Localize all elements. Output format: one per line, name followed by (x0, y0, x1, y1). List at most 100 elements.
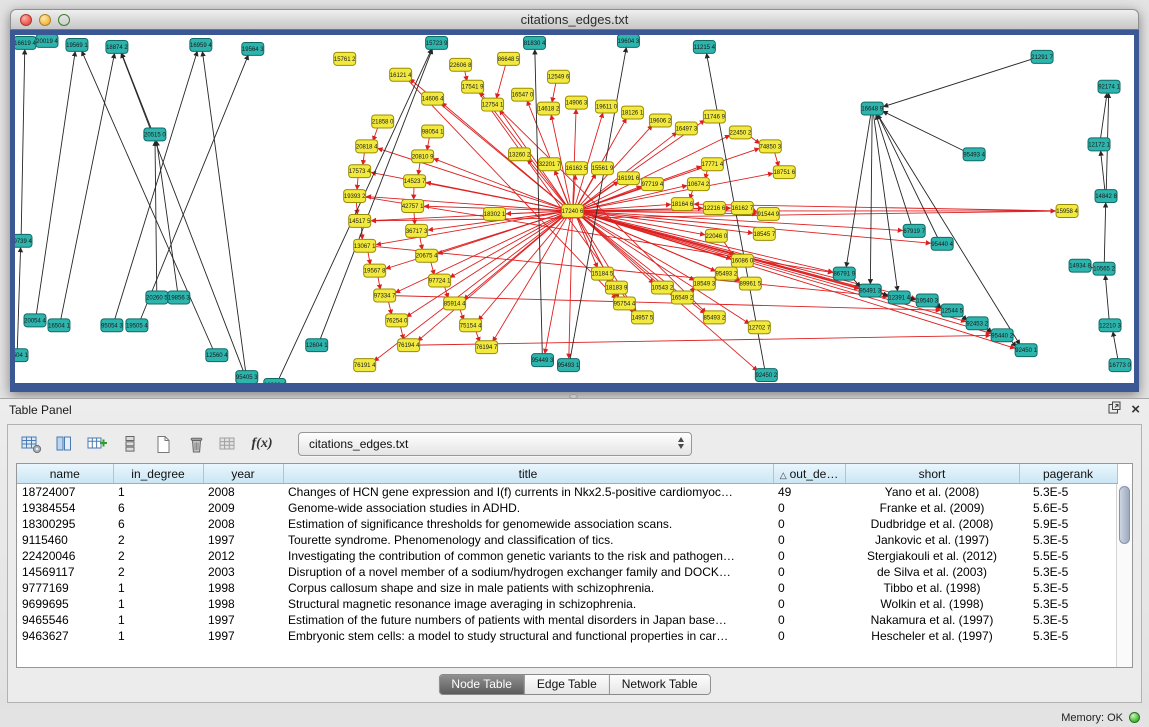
graph-node[interactable]: 20810 9 (412, 150, 434, 163)
zoom-window-button[interactable] (58, 14, 70, 26)
cell-name[interactable]: 22420046 (17, 548, 113, 564)
cell-pagerank[interactable]: 5.3E-5 (1019, 564, 1117, 580)
graph-node[interactable]: 95440 2 (991, 329, 1013, 342)
graph-node[interactable]: 11746 9 (703, 110, 725, 123)
graph-node[interactable]: 12604 1 (306, 339, 328, 352)
cell-title[interactable]: Changes of HCN gene expression and I(f) … (283, 484, 773, 501)
new-document-icon[interactable] (150, 431, 176, 457)
delete-table-icon[interactable] (183, 431, 209, 457)
graph-node[interactable]: 95493 1 (558, 359, 580, 372)
cell-in_degree[interactable]: 1 (113, 484, 203, 501)
cell-in_degree[interactable]: 2 (113, 564, 203, 580)
graph-node[interactable]: 95493 4 (963, 148, 985, 161)
graph-node[interactable]: 95754 4 (613, 297, 635, 310)
graph-node[interactable]: 19604 3 (617, 35, 639, 47)
cell-out_degree[interactable]: 49 (773, 484, 845, 501)
cell-name[interactable]: 18724007 (17, 484, 113, 501)
graph-node[interactable]: 76191 4 (354, 359, 376, 372)
graph-node[interactable]: 92174 1 (1098, 80, 1120, 93)
cell-name[interactable]: 19384554 (17, 500, 113, 516)
cell-in_degree[interactable]: 6 (113, 500, 203, 516)
table-options-icon[interactable] (18, 431, 44, 457)
cell-pagerank[interactable]: 5.6E-5 (1019, 500, 1117, 516)
graph-node[interactable]: 76254 0 (386, 314, 408, 327)
cell-pagerank[interactable]: 5.3E-5 (1019, 532, 1117, 548)
graph-node[interactable]: 98054 1 (422, 125, 444, 138)
cell-title[interactable]: Embryonic stem cells: a model to study s… (283, 628, 773, 644)
cell-name[interactable]: 9777169 (17, 580, 113, 596)
graph-node[interactable]: 14934 8 (1069, 259, 1091, 272)
cell-name[interactable]: 9699695 (17, 596, 113, 612)
graph-node[interactable]: 10674 2 (687, 178, 709, 191)
table-row[interactable]: 1872400712008Changes of HCN gene express… (17, 484, 1117, 501)
graph-node[interactable]: 20260 5 (146, 291, 168, 304)
graph-node[interactable]: 19393 2 (344, 190, 366, 203)
table-row[interactable]: 946362711997Embryonic stem cells: a mode… (17, 628, 1117, 644)
cell-year[interactable]: 1998 (203, 596, 283, 612)
graph-node[interactable]: 12216 6 (703, 202, 725, 215)
graph-node[interactable]: 15958 4 (1056, 205, 1078, 218)
graph-node[interactable]: 14618 2 (538, 102, 560, 115)
graph-node[interactable]: 16497 3 (675, 122, 697, 135)
cell-year[interactable]: 1998 (203, 580, 283, 596)
graph-node[interactable]: 97724 1 (429, 274, 451, 287)
graph-node[interactable]: 18874 2 (106, 40, 128, 53)
cell-year[interactable]: 1997 (203, 612, 283, 628)
graph-node[interactable]: 95491 3 (859, 284, 881, 297)
table-selector-dropdown[interactable]: citations_edges.txt (298, 432, 692, 456)
graph-node[interactable]: 12549 6 (548, 70, 570, 83)
graph-node[interactable]: 13067 1 (354, 239, 376, 252)
graph-node[interactable]: 18302 1 (484, 208, 506, 221)
column-header-in_degree[interactable]: in_degree (113, 464, 203, 484)
graph-node[interactable]: 32201 7 (539, 158, 561, 171)
graph-node[interactable]: 16191 6 (617, 172, 639, 185)
cell-out_degree[interactable]: 0 (773, 532, 845, 548)
float-panel-icon[interactable] (1108, 401, 1121, 419)
import-table-icon[interactable] (216, 431, 242, 457)
graph-node[interactable]: 20054 4 (24, 314, 46, 327)
graph-node[interactable]: 89961 5 (739, 277, 761, 290)
cell-in_degree[interactable]: 2 (113, 548, 203, 564)
cell-short[interactable]: Jankovic et al. (1997) (845, 532, 1019, 548)
cell-title[interactable]: Estimation of the future numbers of pati… (283, 612, 773, 628)
cell-short[interactable]: de Silva et al. (2003) (845, 564, 1019, 580)
cell-title[interactable]: Investigating the contribution of common… (283, 548, 773, 564)
graph-node[interactable]: 76194 7 (476, 341, 498, 354)
graph-node[interactable]: 18126 1 (621, 106, 643, 119)
cell-pagerank[interactable]: 5.9E-5 (1019, 516, 1117, 532)
rows-icon[interactable] (117, 431, 143, 457)
column-header-name[interactable]: name (17, 464, 113, 484)
graph-node[interactable]: 14523 7 (404, 175, 426, 188)
graph-node[interactable]: 19739 4 (15, 234, 32, 247)
graph-node[interactable]: 20675 4 (416, 249, 438, 262)
graph-node[interactable]: 74850 3 (759, 140, 781, 153)
scrollbar-thumb[interactable] (1119, 486, 1130, 544)
graph-node[interactable]: 19856 3 (168, 291, 190, 304)
cell-pagerank[interactable]: 5.5E-5 (1019, 548, 1117, 564)
cell-title[interactable]: Corpus callosum shape and size in male p… (283, 580, 773, 596)
cell-year[interactable]: 2003 (203, 564, 283, 580)
cell-title[interactable]: Genome-wide association studies in ADHD. (283, 500, 773, 516)
graph-node[interactable]: 20515 0 (144, 128, 166, 141)
cell-short[interactable]: Dudbridge et al. (2008) (845, 516, 1019, 532)
graph-node[interactable]: 13260 2 (509, 148, 531, 161)
cell-name[interactable]: 14569117 (17, 564, 113, 580)
cell-short[interactable]: Tibbo et al. (1998) (845, 580, 1019, 596)
graph-node[interactable]: 22450 2 (729, 126, 751, 139)
cell-pagerank[interactable]: 5.3E-5 (1019, 484, 1117, 501)
graph-node[interactable]: 10543 2 (651, 281, 673, 294)
cell-pagerank[interactable]: 5.3E-5 (1019, 612, 1117, 628)
graph-node[interactable]: 12560 4 (206, 349, 228, 362)
window-titlebar[interactable]: citations_edges.txt (10, 9, 1139, 30)
graph-node[interactable]: 19540 3 (916, 294, 938, 307)
graph-node[interactable]: 19569 1 (66, 38, 88, 51)
cell-in_degree[interactable]: 1 (113, 596, 203, 612)
cell-in_degree[interactable]: 6 (113, 516, 203, 532)
edit-table-icon[interactable] (84, 431, 110, 457)
graph-node[interactable]: 92450 2 (755, 369, 777, 382)
graph-node[interactable]: 14517 5 (349, 214, 371, 227)
cell-pagerank[interactable]: 5.3E-5 (1019, 628, 1117, 644)
network-view-canvas[interactable]: 16619 420019 419569 118874 216959 419564… (15, 35, 1134, 383)
graph-node[interactable]: 12172 1 (1088, 138, 1110, 151)
cell-out_degree[interactable]: 0 (773, 612, 845, 628)
